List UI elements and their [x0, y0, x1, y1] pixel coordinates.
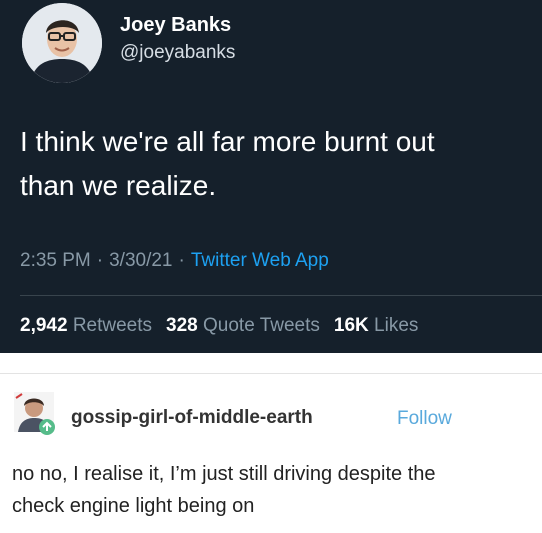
quote-tweets-stat[interactable]: 328 Quote Tweets — [166, 315, 320, 336]
tweet-stats: 2,942 Retweets 328 Quote Tweets 16K Likes — [20, 315, 418, 337]
avatar-photo-icon — [22, 3, 102, 83]
likes-count: 16K — [333, 315, 369, 336]
tweet-card: Joey Banks @joeyabanks I think we're all… — [0, 0, 542, 353]
tweet-text-line: I think we're all far more burnt out — [20, 126, 435, 157]
retweets-stat[interactable]: 2,942 Retweets — [20, 315, 152, 336]
tumblr-reply: gossip-girl-of-middle-earth Follow no no… — [0, 353, 542, 533]
divider — [0, 373, 542, 374]
display-name[interactable]: Joey Banks — [120, 14, 231, 37]
retweets-label: Retweets — [72, 315, 153, 336]
likes-label: Likes — [374, 315, 419, 336]
post-text-line: no no, I realise it, I’m just still driv… — [12, 463, 436, 485]
tweet-time[interactable]: 2:35 PM — [20, 250, 91, 271]
post-text-line: check engine light being on — [12, 495, 255, 517]
avatar[interactable] — [22, 3, 102, 83]
tweet-text-line: than we realize. — [20, 170, 217, 201]
source-app-link[interactable]: Twitter Web App — [191, 250, 329, 271]
tumblr-avatar[interactable] — [14, 392, 58, 436]
reblog-avatar-icon — [14, 392, 55, 435]
separator: · — [178, 250, 185, 271]
likes-stat[interactable]: 16K Likes — [334, 315, 419, 336]
tumblr-username[interactable]: gossip-girl-of-middle-earth — [71, 407, 313, 429]
tweet-date[interactable]: 3/30/21 — [109, 250, 172, 271]
tweet-text: I think we're all far more burnt out tha… — [20, 120, 520, 208]
tumblr-post-text: no no, I realise it, I’m just still driv… — [12, 458, 540, 522]
retweets-count: 2,942 — [20, 315, 68, 336]
tweet-meta: 2:35 PM · 3/30/21 · Twitter Web App — [20, 250, 329, 272]
user-handle[interactable]: @joeyabanks — [120, 42, 235, 64]
quotes-count: 328 — [166, 315, 198, 336]
quotes-label: Quote Tweets — [203, 315, 320, 336]
divider — [20, 295, 542, 296]
follow-button[interactable]: Follow — [397, 408, 452, 430]
separator: · — [96, 250, 104, 271]
